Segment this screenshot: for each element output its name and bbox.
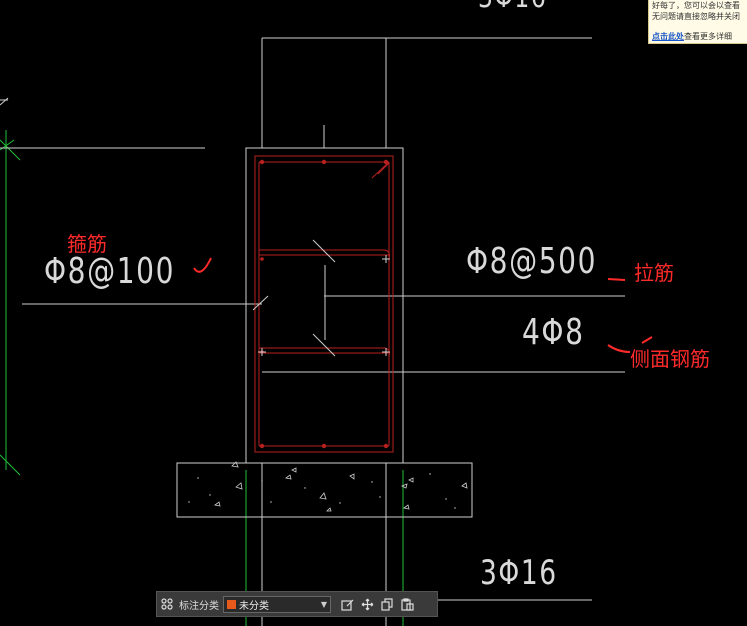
category-select[interactable]: 未分类 ▼ [223,595,331,613]
notice-line-1: 好每了，您可以会以查看 [652,1,740,10]
stirrup-spec-label: Φ8@100 [44,251,176,292]
cad-canvas[interactable] [0,0,747,626]
category-select-value: 未分类 [239,600,269,612]
concrete-dots [188,473,456,509]
top-rebar-label: 3Φ16 [478,0,547,15]
edit-icon[interactable] [337,594,357,614]
notice-line-2: 无问题请直接忽略并关闭 [652,12,740,21]
bar-dots [259,159,389,449]
notice-link-suffix: 查看更多详细 [684,32,732,41]
tie-annotation: 拉筋 [634,261,674,285]
side-bar-annotation: 侧面钢筋 [630,347,710,371]
tie-spec-label: Φ8@500 [466,241,598,282]
category-color-swatch [227,599,236,609]
leader-ticks [252,239,390,357]
markup-toolbar: 标注分类 未分类 ▼ [156,591,438,617]
bottom-rebar-label: 3Φ16 [480,553,558,593]
chevron-down-icon: ▼ [320,599,327,609]
notification-panel: 好每了，您可以会以查看 无问题请直接忽略并关闭 点击此处查看更多详细 [648,0,747,44]
category-label: 标注分类 [179,600,219,612]
stirrup-annotation: 箍筋 [67,232,107,256]
stirrup-lines [254,155,394,453]
green-axis-lines [0,130,404,626]
grid-icon[interactable] [157,594,177,614]
side-bar-spec-label: 4Φ8 [522,312,585,353]
copy-icon[interactable] [377,594,397,614]
foundation-slab [176,462,473,518]
move-icon[interactable] [357,594,377,614]
paste-icon[interactable] [397,594,417,614]
notice-link[interactable]: 点击此处 [652,32,684,41]
concrete-hatch [214,461,468,512]
